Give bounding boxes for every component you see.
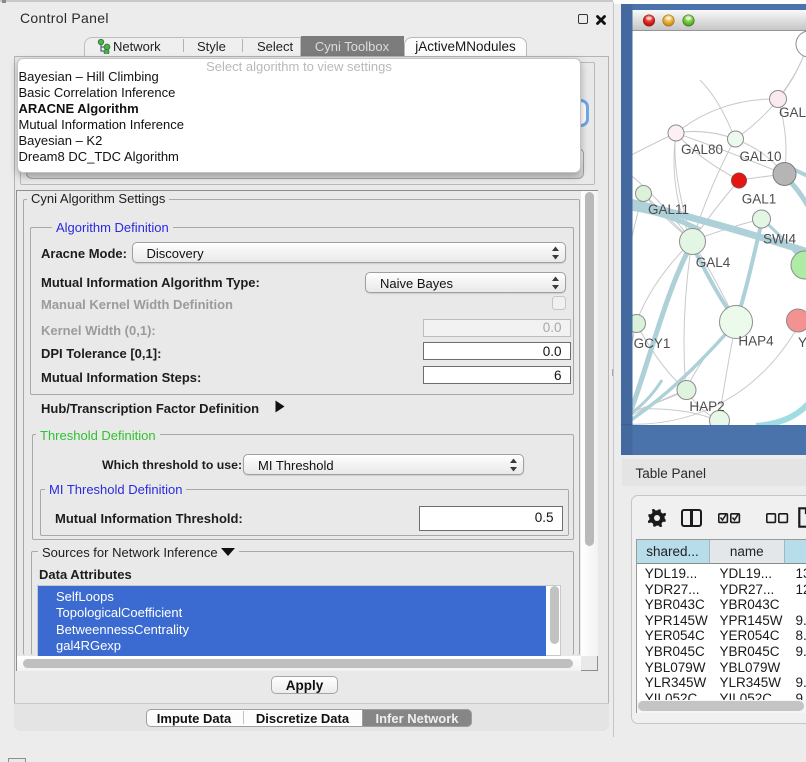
svg-text:GAL10: GAL10 [739, 149, 781, 164]
svg-text:YJ: YJ [798, 335, 806, 350]
svg-text:GAL7: GAL7 [779, 105, 806, 120]
svg-text:HAP4: HAP4 [738, 334, 774, 349]
svg-text:HAP2: HAP2 [689, 399, 724, 414]
svg-text:GAL80: GAL80 [681, 142, 723, 157]
svg-text:GCY1: GCY1 [634, 336, 671, 351]
svg-text:GAL4: GAL4 [696, 255, 731, 270]
svg-text:GAL1: GAL1 [742, 192, 777, 207]
svg-text:GAL11: GAL11 [648, 202, 689, 217]
svg-text:SWI4: SWI4 [763, 232, 796, 247]
